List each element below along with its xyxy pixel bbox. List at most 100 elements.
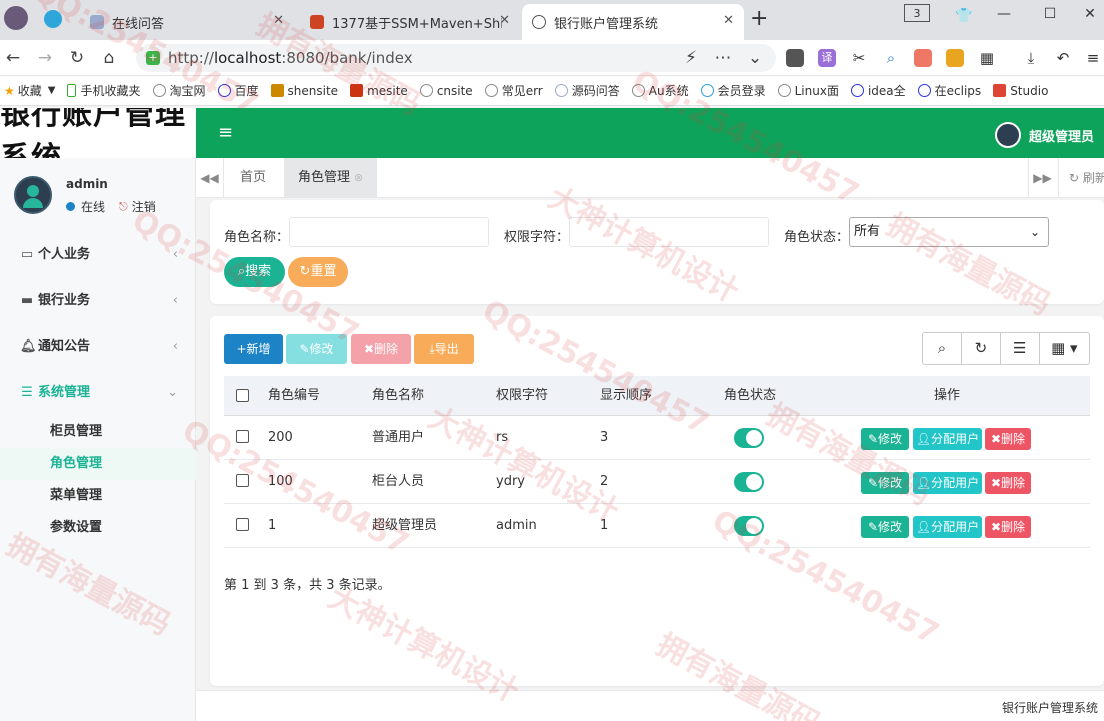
translate-icon[interactable]: 译 [818, 49, 836, 67]
adblock-icon[interactable] [946, 49, 964, 67]
sidebar-subitem-teller[interactable]: 柜员管理 [0, 416, 196, 448]
header-role-id[interactable]: 角色编号 [268, 376, 320, 416]
lightning-icon[interactable]: ⚡ [678, 46, 704, 70]
bookmark-cnsite[interactable]: cnsite [419, 84, 473, 98]
bookmark-idea[interactable]: idea全 [850, 82, 906, 99]
tabs-scroll-right-icon[interactable]: ▶▶ [1028, 158, 1056, 198]
game-icon[interactable] [914, 49, 932, 67]
select-all-checkbox[interactable] [236, 389, 249, 402]
download-icon[interactable]: ⤓ [1022, 49, 1040, 67]
bookmark-au[interactable]: Au系统 [631, 82, 689, 99]
header-order[interactable]: 显示顺序 [600, 376, 652, 416]
menu-toggle-icon[interactable]: ≡ [218, 122, 233, 143]
avatar[interactable] [14, 176, 52, 214]
header-role-key[interactable]: 权限字符 [496, 376, 548, 416]
bookmark-eclipse[interactable]: 在eclips [917, 82, 981, 99]
logout-icon[interactable]: ⎋ [119, 200, 128, 214]
bookmark-mobile[interactable]: 手机收藏夹 [67, 82, 141, 99]
row-checkbox[interactable] [236, 430, 249, 443]
minimize-icon[interactable]: — [984, 0, 1024, 28]
status-toggle[interactable] [734, 516, 764, 536]
list-view-icon[interactable]: ☰ [1001, 333, 1040, 364]
sidebar-item-notice[interactable]: 🔔︎通知公告 ‹ [0, 324, 196, 370]
bookmark-taobao[interactable]: 淘宝网 [152, 82, 206, 99]
row-edit-button[interactable]: ✎修改 [861, 516, 909, 538]
browser-tab-project[interactable]: 1377基于SSM+Maven+Shir ✕ [300, 4, 520, 40]
row-edit-button[interactable]: ✎修改 [861, 428, 909, 450]
sidebar-item-personal[interactable]: ▭ 个人业务 ‹ [0, 232, 196, 278]
row-assign-user-button[interactable]: 👤︎分配用户 [913, 472, 982, 494]
close-window-icon[interactable]: ✕ [1070, 0, 1104, 28]
tab-counter[interactable]: 3 [904, 4, 930, 22]
back-icon[interactable]: ← [0, 46, 26, 70]
tab-home[interactable]: 首页 [226, 158, 280, 198]
new-tab-button[interactable]: + [750, 6, 768, 31]
row-checkbox[interactable] [236, 518, 249, 531]
shirt-icon[interactable]: 👕 [944, 2, 984, 30]
home-icon[interactable]: ⌂ [96, 46, 122, 70]
bookmark-qa[interactable]: 源码问答 [554, 82, 620, 99]
export-button[interactable]: ⤓导出 [414, 334, 474, 364]
search-icon[interactable]: ⌕ [923, 333, 962, 364]
delete-button[interactable]: ✖删除 [351, 334, 411, 364]
forward-icon[interactable]: → [32, 46, 58, 70]
admin-user-menu[interactable]: 超级管理员 [994, 122, 1094, 148]
sidebar-item-system[interactable]: ☰ 系统管理 ⌄ [0, 370, 196, 416]
role-name-input[interactable] [289, 217, 489, 247]
scissors-icon[interactable]: ✂ [850, 49, 868, 67]
profile-avatar[interactable] [4, 6, 28, 30]
close-icon[interactable]: ✕ [499, 13, 510, 28]
edit-button[interactable]: ✎修改 [286, 334, 347, 364]
sidebar-item-bank[interactable]: ▬ 银行业务 ‹ [0, 278, 196, 324]
site-info-icon[interactable]: + [146, 51, 160, 65]
row-delete-button[interactable]: ✖删除 [985, 516, 1031, 538]
bookmark-member[interactable]: 会员登录 [700, 82, 766, 99]
bookmark-mesite[interactable]: mesite [350, 84, 408, 98]
telegram-icon[interactable] [44, 10, 62, 28]
row-delete-button[interactable]: ✖删除 [985, 428, 1031, 450]
refresh-tab-button[interactable]: ↻ 刷新 [1058, 158, 1104, 198]
bookmark-baidu[interactable]: 百度 [217, 82, 259, 99]
row-edit-button[interactable]: ✎修改 [861, 472, 909, 494]
row-checkbox[interactable] [236, 474, 249, 487]
columns-icon[interactable]: ▦ ▾ [1040, 333, 1089, 364]
status-toggle[interactable] [734, 472, 764, 492]
browser-tab-bank[interactable]: 银行账户管理系统 ✕ [522, 4, 744, 40]
logout-link[interactable]: 注销 [132, 198, 156, 215]
reset-button[interactable]: ↻重置 [288, 257, 348, 287]
close-icon[interactable]: ✕ [723, 13, 734, 28]
add-button[interactable]: +新增 [224, 334, 283, 364]
close-icon[interactable]: ⊗ [354, 171, 363, 184]
browser-tab-qa[interactable]: 在线问答 ✕ [80, 4, 294, 40]
reload-icon[interactable]: ↻ [64, 46, 90, 70]
row-assign-user-button[interactable]: 👤︎分配用户 [913, 428, 982, 450]
bookmark-linux[interactable]: Linux面 [777, 82, 839, 99]
bookmark-shensite[interactable]: shensite [270, 84, 338, 98]
role-status-select[interactable]: 所有 ⌄ [849, 217, 1049, 247]
row-assign-user-button[interactable]: 👤︎分配用户 [913, 516, 982, 538]
search-button[interactable]: ⌕搜索 [224, 257, 285, 287]
menu-icon[interactable]: ≡ [1084, 49, 1102, 67]
chevron-down-icon[interactable]: ⌄ [742, 46, 768, 70]
role-key-input[interactable] [569, 217, 769, 247]
close-icon[interactable]: ✕ [273, 13, 284, 28]
bookmark-err[interactable]: 常见err [484, 82, 543, 99]
status-toggle[interactable] [734, 428, 764, 448]
sidebar-subitem-params[interactable]: 参数设置 [0, 512, 196, 544]
header-status[interactable]: 角色状态 [724, 376, 776, 416]
row-delete-button[interactable]: ✖删除 [985, 472, 1031, 494]
refresh-icon[interactable]: ↻ [962, 333, 1001, 364]
header-role-name[interactable]: 角色名称 [372, 376, 424, 416]
shield-ext-icon[interactable] [786, 49, 804, 67]
sidebar-subitem-role[interactable]: 角色管理 [0, 448, 196, 480]
bookmark-studio[interactable]: Studio [993, 84, 1048, 98]
search-ext-icon[interactable]: ⌕ [882, 49, 900, 67]
bookmark-favorites[interactable]: ★ 收藏 ▼ [4, 82, 55, 99]
sidebar-subitem-menu[interactable]: 菜单管理 [0, 480, 196, 512]
tab-role-management[interactable]: 角色管理 ⊗ [284, 158, 378, 198]
undo-icon[interactable]: ↶ [1054, 49, 1072, 67]
tabs-scroll-left-icon[interactable]: ◀◀ [196, 158, 224, 198]
more-icon[interactable]: ⋯ [710, 46, 736, 70]
maximize-icon[interactable]: ☐ [1030, 0, 1070, 28]
apps-icon[interactable]: ▦ [978, 49, 996, 67]
